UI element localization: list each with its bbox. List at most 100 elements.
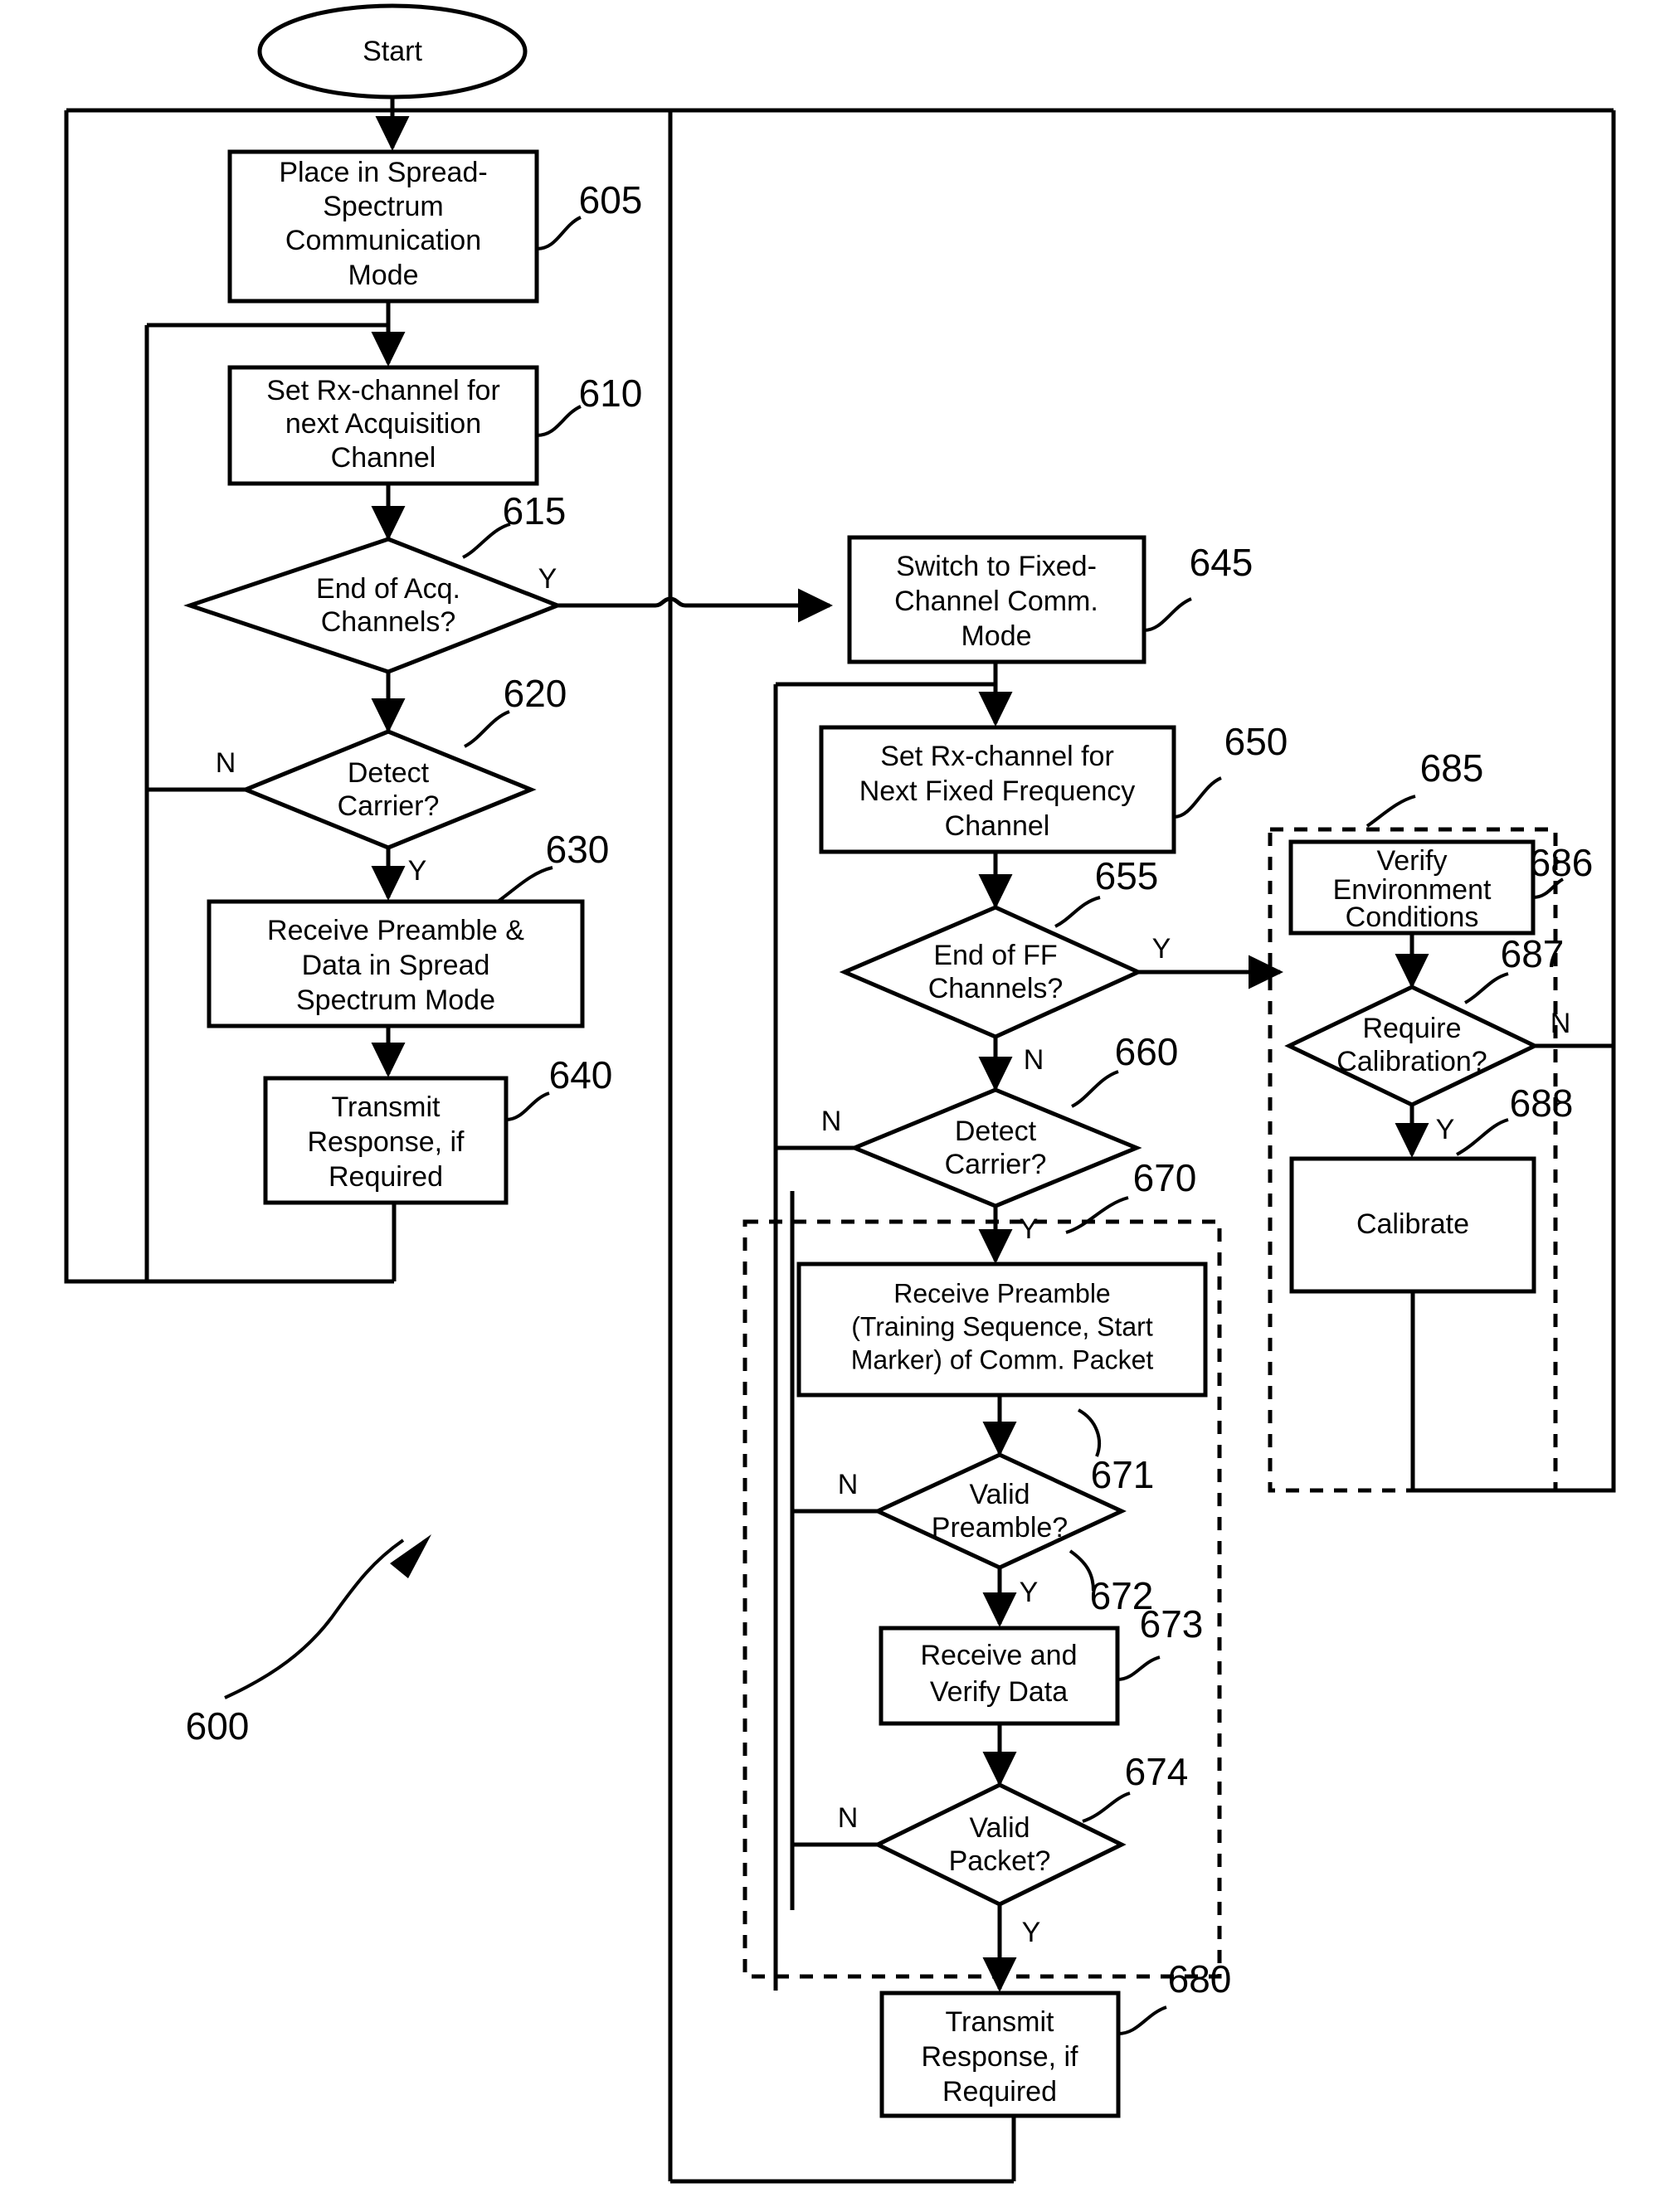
- process-630-line3: Spectrum Mode: [296, 984, 495, 1016]
- decision-660-line2: Carrier?: [945, 1149, 1047, 1180]
- ref-688: 688: [1510, 1082, 1574, 1125]
- branch-660-yes: Y: [1020, 1213, 1039, 1245]
- ref-615: 615: [503, 489, 567, 532]
- ref-lead-605: [536, 216, 582, 250]
- ref-lead-645: [1143, 597, 1192, 632]
- ref-670: 670: [1133, 1156, 1197, 1199]
- process-605-line3: Communication: [285, 225, 481, 256]
- branch-672-yes: Y: [1020, 1577, 1039, 1608]
- process-671-line2: (Training Sequence, Start: [851, 1311, 1153, 1341]
- ref-lead-640: [505, 1091, 550, 1121]
- edge-615-yes-crossover: [655, 588, 834, 623]
- patent-flowchart-figure: Start Place in Spread- Spectrum Communic…: [0, 0, 1660, 2212]
- process-686-line1: Verify: [1376, 845, 1447, 877]
- process-650-line1: Set Rx-channel for: [880, 741, 1114, 772]
- decision-615-line1: End of Acq.: [316, 573, 460, 605]
- process-673-line1: Receive and: [920, 1640, 1077, 1671]
- decision-655-line1: End of FF: [933, 940, 1057, 971]
- process-645-line3: Mode: [961, 620, 1031, 652]
- decision-620-line2: Carrier?: [338, 790, 440, 822]
- process-671-line3: Marker) of Comm. Packet: [851, 1344, 1154, 1374]
- ref-lead-650: [1173, 776, 1222, 819]
- decision-655-line2: Channels?: [928, 973, 1064, 1004]
- process-610-line3: Channel: [331, 442, 436, 474]
- process-686-line3: Conditions: [1346, 902, 1479, 933]
- ref-lead-610: [536, 405, 582, 437]
- decision-620-line1: Detect: [348, 757, 430, 789]
- decision-672-line2: Preamble?: [932, 1512, 1068, 1544]
- ref-lead-670: [1065, 1196, 1129, 1234]
- decision-672-line1: Valid: [969, 1479, 1030, 1510]
- ref-lead-673: [1117, 1655, 1161, 1681]
- decision-660-line1: Detect: [955, 1116, 1037, 1147]
- ref-674: 674: [1125, 1750, 1189, 1793]
- figure-ref-arrowhead: [390, 1534, 431, 1578]
- process-671-line1: Receive Preamble: [893, 1278, 1110, 1308]
- branch-687-yes: Y: [1436, 1114, 1455, 1145]
- process-605-line4: Mode: [348, 260, 418, 291]
- branch-674-no: N: [838, 1802, 859, 1834]
- process-680-line3: Required: [942, 2076, 1057, 2107]
- ref-685: 685: [1420, 746, 1484, 790]
- process-673-line2: Verify Data: [930, 1676, 1068, 1708]
- ref-lead-685: [1365, 795, 1416, 828]
- figure-ref-arrow-curve: [224, 1539, 405, 1699]
- start-label: Start: [363, 36, 422, 67]
- ref-660: 660: [1115, 1030, 1179, 1073]
- process-645-line2: Channel Comm.: [894, 586, 1098, 617]
- process-610-line2: next Acquisition: [285, 408, 481, 440]
- ref-lead-671: [1077, 1408, 1101, 1457]
- process-640-line1: Transmit: [332, 1091, 441, 1123]
- ref-673: 673: [1140, 1602, 1204, 1646]
- process-630-line2: Data in Spread: [302, 950, 490, 981]
- branch-655-no: N: [1024, 1044, 1044, 1076]
- ref-620: 620: [504, 672, 567, 715]
- ref-630: 630: [546, 828, 610, 871]
- decision-687-line1: Require: [1362, 1013, 1461, 1044]
- decision-674-line2: Packet?: [949, 1845, 1051, 1877]
- decision-674-line1: Valid: [969, 1812, 1030, 1844]
- process-605-line2: Spectrum: [323, 191, 444, 222]
- ref-lead-620: [464, 710, 510, 748]
- process-610-line1: Set Rx-channel for: [266, 375, 500, 406]
- ref-686: 686: [1530, 841, 1594, 884]
- process-605-line1: Place in Spread-: [279, 157, 487, 188]
- ref-600: 600: [186, 1704, 250, 1748]
- branch-660-no: N: [821, 1106, 842, 1137]
- process-688-line1: Calibrate: [1356, 1208, 1469, 1240]
- ref-650: 650: [1224, 720, 1288, 763]
- ref-687: 687: [1501, 932, 1565, 975]
- flowchart-canvas: Start Place in Spread- Spectrum Communic…: [64, 3, 1616, 2184]
- branch-620-yes: Y: [408, 855, 427, 887]
- ref-671: 671: [1091, 1453, 1155, 1496]
- process-650-line2: Next Fixed Frequency: [859, 775, 1136, 807]
- process-640-line3: Required: [329, 1161, 443, 1193]
- ref-655: 655: [1095, 854, 1159, 897]
- ref-645: 645: [1190, 541, 1254, 584]
- ref-610: 610: [579, 372, 643, 415]
- ref-lead-688: [1456, 1118, 1509, 1156]
- ref-lead-674: [1082, 1791, 1131, 1823]
- process-650-line3: Channel: [945, 810, 1050, 842]
- process-645-line1: Switch to Fixed-: [896, 551, 1097, 582]
- process-640-line2: Response, if: [308, 1126, 465, 1158]
- ref-680: 680: [1168, 1957, 1232, 2001]
- decision-615-line2: Channels?: [321, 606, 456, 638]
- process-630-line1: Receive Preamble &: [267, 915, 524, 946]
- ref-lead-630: [496, 866, 553, 903]
- branch-672-no: N: [838, 1469, 859, 1500]
- ref-640: 640: [549, 1053, 613, 1096]
- process-680-line1: Transmit: [946, 2006, 1055, 2038]
- process-680-line2: Response, if: [922, 2041, 1079, 2073]
- decision-687-line2: Calibration?: [1336, 1046, 1487, 1077]
- ref-lead-660: [1071, 1070, 1119, 1108]
- branch-615-yes: Y: [538, 563, 557, 595]
- ref-605: 605: [579, 178, 643, 221]
- branch-655-yes: Y: [1152, 933, 1171, 965]
- ref-lead-680: [1117, 2005, 1167, 2035]
- branch-687-no: N: [1550, 1008, 1571, 1039]
- ref-lead-655: [1054, 896, 1101, 928]
- branch-620-no: N: [216, 747, 236, 779]
- ref-lead-687: [1464, 972, 1509, 1004]
- branch-674-yes: Y: [1022, 1917, 1041, 1948]
